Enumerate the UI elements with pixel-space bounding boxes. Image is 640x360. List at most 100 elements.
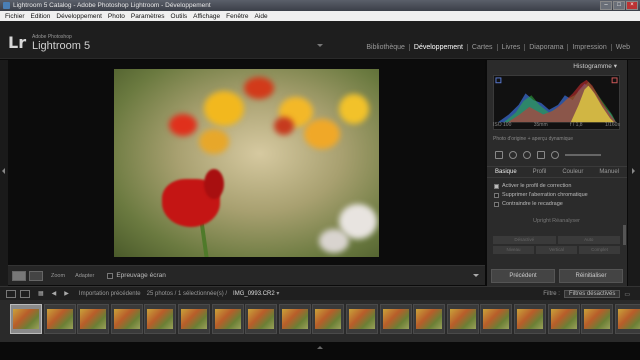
tab-manuel[interactable]: Manuel [599,167,619,177]
loupe-view-button[interactable] [12,270,26,281]
menu-fenetre[interactable]: Fenêtre [223,13,251,20]
upright-level-button[interactable]: Niveau [493,246,534,254]
profile-correction-checkbox[interactable] [494,183,499,189]
filename-dropdown[interactable]: IMG_0993.CR2 ▾ [233,290,279,297]
collapse-right-panel-icon[interactable] [632,168,635,174]
left-panel-collapsed[interactable] [0,60,8,286]
filmstrip-thumbnail[interactable] [514,304,546,334]
collapse-top-panel-icon[interactable] [317,44,323,47]
spot-removal-icon[interactable] [509,151,517,159]
toolbar-menu-icon[interactable] [473,274,479,277]
menu-outils[interactable]: Outils [168,13,191,20]
source-label[interactable]: Importation précédente [79,291,141,297]
close-button[interactable]: × [626,1,638,10]
main-photo[interactable] [114,69,379,257]
expand-left-panel-icon[interactable] [2,168,5,174]
upright-off-button[interactable]: Désactivé [493,236,556,244]
grid-icon[interactable]: ▦ [38,290,44,297]
main-window-button[interactable] [6,289,16,298]
adjustment-brush-slider[interactable] [565,154,601,156]
filmstrip-thumbnail[interactable] [10,304,42,334]
filmstrip-thumbnail[interactable] [278,304,311,334]
product-name: Lightroom 5 [32,40,91,52]
module-livres[interactable]: Livres [498,44,526,51]
upright-label: Upright [533,218,551,224]
filmstrip-thumbnail[interactable] [245,304,278,334]
upright-full-button[interactable]: Complet [579,246,620,254]
filmstrip-thumbnail[interactable] [581,304,614,334]
filmstrip-thumbnail[interactable] [346,304,378,334]
module-cartes[interactable]: Cartes [468,44,498,51]
filmstrip-thumbnail[interactable] [178,304,210,334]
option-constrain-crop[interactable]: Contraindre le recadrage [494,201,563,207]
filmstrip-thumbnail[interactable] [547,304,580,334]
filmstrip-thumbnail[interactable] [379,304,412,334]
filmstrip-thumbnail[interactable] [43,304,76,334]
exif-aperture: f / 1,8 [570,122,583,128]
menu-fichier[interactable]: Fichier [2,13,28,20]
previous-button[interactable]: Précédent [491,269,555,283]
filmstrip-thumbnail[interactable] [110,304,143,334]
filmstrip-thumbnail[interactable] [211,304,244,334]
panel-bottom-buttons: Précédent Réinitialiser [487,269,627,283]
lens-corrections-tabs: Basique Profil Couleur Manuel [487,166,627,178]
filter-lock-icon[interactable]: ▭ [624,291,630,298]
menu-edition[interactable]: Edition [28,13,54,20]
upright-row: Upright Réanalyser [493,218,620,224]
tab-profil[interactable]: Profil [533,167,547,177]
minimize-button[interactable]: – [600,1,612,10]
tab-couleur[interactable]: Couleur [562,167,583,177]
reset-button[interactable]: Réinitialiser [559,269,623,283]
module-picker: Bibliothèque Développement Cartes Livres… [362,44,634,51]
upright-vertical-button[interactable]: Vertical [536,246,577,254]
window-controls: – □ × [600,1,638,10]
back-arrow-icon[interactable]: ◀ [52,290,57,297]
menu-parametres[interactable]: Paramètres [128,13,168,20]
filmstrip-thumbnail[interactable] [413,304,446,334]
module-web[interactable]: Web [612,44,634,51]
maximize-button[interactable]: □ [613,1,625,10]
option-profile-correction[interactable]: Activer le profil de correction [494,183,571,189]
graduated-filter-icon[interactable] [537,151,545,159]
forward-arrow-icon[interactable]: ▶ [64,290,69,297]
filmstrip-thumbnail[interactable] [480,304,513,334]
right-edge-strip[interactable] [628,60,640,286]
filmstrip-thumbnail[interactable] [312,304,345,334]
collapse-filmstrip-icon[interactable] [317,346,323,349]
menu-developpement[interactable]: Développement [53,13,105,20]
module-diaporama[interactable]: Diaporama [525,44,569,51]
zoom-controls[interactable]: Zoom [51,273,65,279]
window-title-bar: Lightroom 5 Catalog - Adobe Photoshop Li… [0,0,640,11]
crop-tool-icon[interactable] [495,151,503,159]
reanalyze-button[interactable]: Réanalyser [552,218,580,224]
chromatic-aberration-checkbox[interactable] [494,192,499,198]
right-panel-scrollbar[interactable] [623,225,626,245]
filmstrip-thumbnail[interactable] [144,304,177,334]
option-chromatic-aberration[interactable]: Supprimer l'aberration chromatique [494,192,588,198]
right-panel: Histogramme ▾ ISO 100 35mm f / 1,8 1/160… [487,60,627,286]
red-eye-icon[interactable] [523,151,531,159]
menu-affichage[interactable]: Affichage [190,13,223,20]
exif-iso: ISO 100 [493,122,512,128]
upright-auto-button[interactable]: Auto [557,236,620,244]
second-window-button[interactable] [20,289,30,298]
soft-proofing-checkbox[interactable] [107,272,114,279]
soft-proofing-label: Epreuvage écran [116,272,166,279]
menu-aide[interactable]: Aide [252,13,271,20]
menu-photo[interactable]: Photo [105,13,128,20]
histogram-header[interactable]: Histogramme ▾ [487,60,627,73]
before-after-button[interactable] [29,270,43,281]
module-developpement[interactable]: Développement [410,44,468,51]
tab-basique[interactable]: Basique [495,167,517,177]
radial-filter-icon[interactable] [551,151,559,159]
filmstrip-thumbnail[interactable] [614,304,640,334]
module-bibliotheque[interactable]: Bibliothèque [362,44,410,51]
constrain-crop-checkbox[interactable] [494,201,499,207]
module-impression[interactable]: Impression [568,44,612,51]
identity-header: Lr Adobe Photoshop Lightroom 5 Bibliothè… [0,21,640,59]
filmstrip-thumbnail[interactable] [446,304,479,334]
soft-proofing-toggle[interactable]: Epreuvage écran [107,272,166,279]
filmstrip-thumbnail[interactable] [77,304,110,334]
filter-dropdown[interactable]: Filtres désactivés [563,290,621,298]
fit-controls[interactable]: Adapter [75,273,94,279]
